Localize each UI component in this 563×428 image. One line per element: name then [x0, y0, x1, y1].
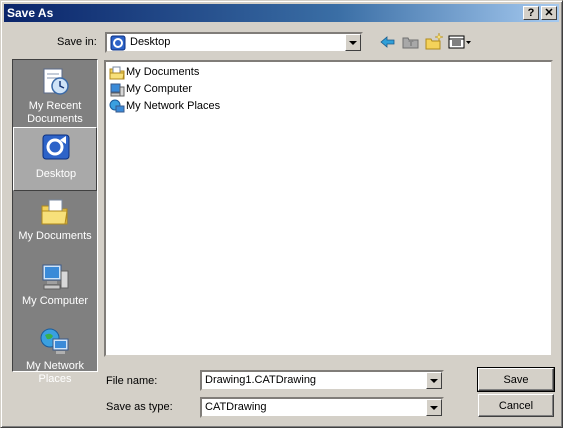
save-type-dropdown[interactable]: CATDrawing: [200, 397, 444, 418]
network-places-icon: [40, 328, 69, 354]
place-recent-documents[interactable]: My Recent Documents: [13, 62, 97, 126]
place-my-computer[interactable]: My Computer: [13, 257, 97, 321]
title-bar[interactable]: Save As ? ✕: [4, 4, 559, 22]
desktop-small-icon: [110, 35, 126, 51]
file-list[interactable]: My Documents My Computer My Network Plac…: [104, 60, 553, 357]
cancel-button[interactable]: Cancel: [478, 394, 554, 417]
list-item-label: My Documents: [126, 66, 200, 78]
place-desktop[interactable]: Desktop: [13, 127, 97, 191]
save-type-label: Save as type:: [106, 401, 173, 413]
view-menu-icon[interactable]: [447, 32, 473, 52]
folder-icon: [109, 66, 125, 80]
computer-icon: [110, 83, 125, 97]
save-in-value: Desktop: [130, 36, 171, 48]
desktop-icon: [42, 134, 70, 160]
file-name-dropdown-button[interactable]: [426, 372, 442, 389]
save-in-dropdown[interactable]: Desktop: [105, 32, 363, 53]
save-in-dropdown-button[interactable]: [345, 34, 361, 51]
place-label: My Network Places: [25, 360, 85, 385]
save-type-value: CATDrawing: [205, 401, 267, 413]
place-label: Desktop: [35, 168, 77, 180]
back-arrow-icon[interactable]: [377, 32, 399, 52]
network-icon: [109, 99, 125, 113]
place-label: My Computer: [21, 295, 89, 307]
file-name-field[interactable]: Drawing1.CATDrawing: [200, 370, 444, 391]
list-item-label: My Computer: [126, 83, 193, 95]
close-button[interactable]: ✕: [541, 6, 557, 20]
recent-documents-icon: [43, 68, 69, 95]
my-documents-icon: [41, 199, 68, 225]
up-folder-icon[interactable]: [400, 32, 422, 52]
new-folder-icon[interactable]: [423, 32, 445, 52]
place-network-places[interactable]: My Network Places: [13, 322, 97, 386]
save-type-dropdown-button[interactable]: [426, 399, 442, 416]
window-title: Save As: [7, 6, 54, 20]
my-computer-icon: [42, 264, 69, 290]
places-bar: My Recent Documents Desktop My Documents: [12, 59, 98, 385]
help-button[interactable]: ?: [523, 6, 539, 20]
file-name-value: Drawing1.CATDrawing: [205, 374, 317, 386]
place-my-documents[interactable]: My Documents: [13, 192, 97, 256]
save-as-dialog: Save As ? ✕ Save in: Desktop My Recent D…: [0, 0, 563, 428]
place-label: My Recent Documents: [27, 100, 83, 125]
file-name-label: File name:: [106, 375, 158, 387]
save-button[interactable]: Save: [477, 367, 555, 392]
list-item-label: My Network Places: [126, 100, 221, 112]
save-in-label: Save in:: [57, 36, 97, 48]
place-label: My Documents: [18, 230, 92, 242]
